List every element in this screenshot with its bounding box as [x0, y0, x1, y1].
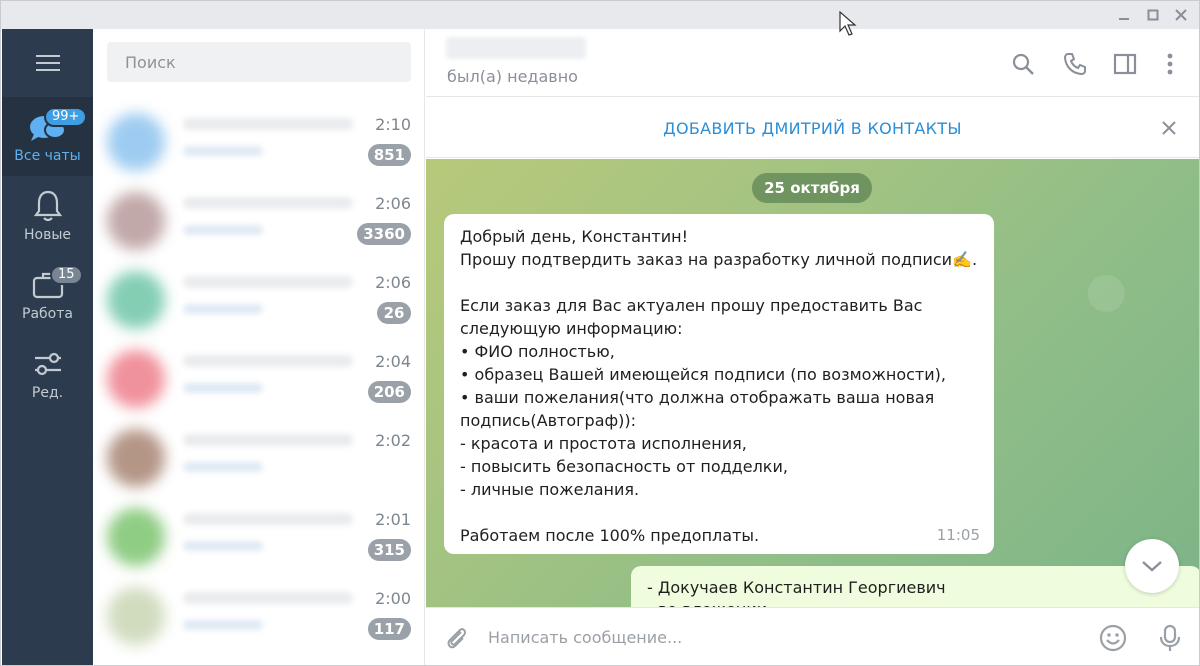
title-bar	[1, 1, 1199, 29]
chat-preview	[183, 225, 263, 235]
folder-rail: 99+ Все чаты Новые 15 Работа Ред.	[2, 29, 93, 665]
emoji-button[interactable]	[1098, 623, 1128, 653]
chat-list: 2:10 851 2:06 3360 2:06 26 2:04 206	[93, 29, 425, 665]
maximize-button[interactable]	[1142, 5, 1164, 25]
dismiss-add-contact-button[interactable]	[1156, 115, 1182, 141]
message-text: Добрый день, Константин! Прошу подтверди…	[460, 227, 978, 545]
avatar	[107, 271, 165, 329]
avatar	[107, 429, 165, 487]
minimize-icon	[1119, 18, 1129, 20]
message-time: 11:05	[936, 526, 980, 544]
scroll-down-button[interactable]	[1125, 539, 1179, 593]
unread-count: 117	[367, 618, 411, 640]
unread-count: 206	[367, 381, 411, 403]
chat-name	[183, 355, 353, 367]
bell-icon	[28, 188, 68, 224]
sidebar-toggle-button[interactable]	[1110, 49, 1140, 79]
chat-time: 2:06	[375, 273, 411, 292]
chat-preview	[183, 541, 263, 551]
avatar	[107, 587, 165, 645]
chat-row[interactable]: 2:02	[107, 418, 411, 497]
folder-new[interactable]: Новые	[2, 176, 93, 255]
telegram-window: 99+ Все чаты Новые 15 Работа Ред. Поиск …	[0, 0, 1200, 666]
chat-preview	[183, 383, 263, 393]
chat-row[interactable]: 2:04 206	[107, 339, 411, 418]
chat-preview	[183, 620, 263, 630]
chat-time: 2:04	[375, 352, 411, 371]
chat-row[interactable]: 2:06 3360	[107, 181, 411, 260]
chat-row[interactable]: 2:01 315	[107, 497, 411, 576]
call-button[interactable]	[1060, 49, 1090, 79]
chat-name	[183, 197, 353, 209]
avatar	[107, 350, 165, 408]
close-icon	[1175, 9, 1187, 21]
hamburger-icon	[35, 55, 60, 71]
unread-count: 851	[367, 144, 411, 166]
maximize-icon	[1147, 9, 1159, 21]
search-icon	[1012, 53, 1034, 75]
more-button[interactable]	[1155, 49, 1185, 79]
unread-count: 3360	[357, 223, 411, 245]
message-composer	[426, 607, 1199, 665]
folder-work[interactable]: 15 Работа	[2, 255, 93, 334]
chat-time: 2:06	[375, 194, 411, 213]
folder-all-chats[interactable]: 99+ Все чаты	[2, 97, 93, 176]
message-text: - Докучаев Константин Георгиевич - во вл…	[647, 578, 946, 607]
chat-preview	[183, 146, 263, 156]
folder-label: Работа	[22, 306, 73, 322]
chat-row[interactable]: 2:00 117	[107, 576, 411, 655]
paperclip-icon	[447, 628, 467, 649]
unread-count: 26	[377, 302, 411, 324]
smile-icon	[1099, 624, 1127, 652]
voice-message-button[interactable]	[1155, 623, 1185, 653]
chat-time: 2:01	[375, 510, 411, 529]
chat-time: 2:02	[375, 431, 411, 450]
folder-badge: 15	[50, 265, 83, 285]
attach-button[interactable]	[442, 624, 470, 652]
more-vertical-icon	[1167, 53, 1173, 75]
chat-preview	[183, 462, 263, 472]
peer-status: был(а) недавно	[447, 67, 578, 86]
close-icon	[1162, 121, 1176, 135]
avatar	[107, 508, 165, 566]
phone-icon	[1063, 53, 1086, 76]
chat-name	[183, 276, 353, 288]
sliders-icon	[28, 346, 68, 382]
unread-count: 315	[367, 539, 411, 561]
chat-name	[183, 118, 353, 130]
avatar	[107, 192, 165, 250]
avatar	[107, 113, 165, 171]
main-menu-button[interactable]	[2, 29, 93, 97]
add-contact-button[interactable]: ДОБАВИТЬ ДМИТРИЙ В КОНТАКТЫ	[426, 98, 1199, 158]
chevron-down-icon	[1142, 561, 1162, 572]
chat-time: 2:00	[375, 589, 411, 608]
search-input[interactable]	[107, 42, 411, 82]
chat-preview	[183, 304, 263, 314]
message-history[interactable]: 25 октября Добрый день, Константин! Прош…	[426, 159, 1199, 607]
chat-name	[183, 434, 353, 446]
minimize-button[interactable]	[1113, 5, 1135, 25]
message-input[interactable]	[488, 620, 1078, 654]
mouse-cursor-icon	[839, 11, 857, 36]
folder-edit[interactable]: Ред.	[2, 334, 93, 413]
add-contact-bar: ДОБАВИТЬ ДМИТРИЙ В КОНТАКТЫ	[426, 98, 1199, 158]
panel-icon	[1113, 53, 1137, 75]
close-window-button[interactable]	[1170, 5, 1192, 25]
microphone-icon	[1159, 624, 1181, 651]
peer-name[interactable]	[446, 37, 586, 59]
incoming-message[interactable]: Добрый день, Константин! Прошу подтверди…	[444, 214, 994, 554]
chat-header: был(а) недавно	[426, 29, 1199, 97]
chat-time: 2:10	[375, 115, 411, 134]
chat-row[interactable]: 2:06 26	[107, 260, 411, 339]
folder-label: Новые	[23, 227, 71, 243]
chat-row[interactable]: 2:10 851	[107, 102, 411, 181]
folder-badge: 99+	[44, 107, 88, 127]
outgoing-message[interactable]: - Докучаев Константин Георгиевич - во вл…	[631, 566, 1199, 607]
chat-name	[183, 592, 353, 604]
chat-name	[183, 513, 353, 525]
date-separator: 25 октября	[752, 173, 872, 203]
search-button[interactable]	[1008, 49, 1038, 79]
folder-label: Все чаты	[14, 148, 81, 164]
folder-label: Ред.	[31, 385, 64, 401]
